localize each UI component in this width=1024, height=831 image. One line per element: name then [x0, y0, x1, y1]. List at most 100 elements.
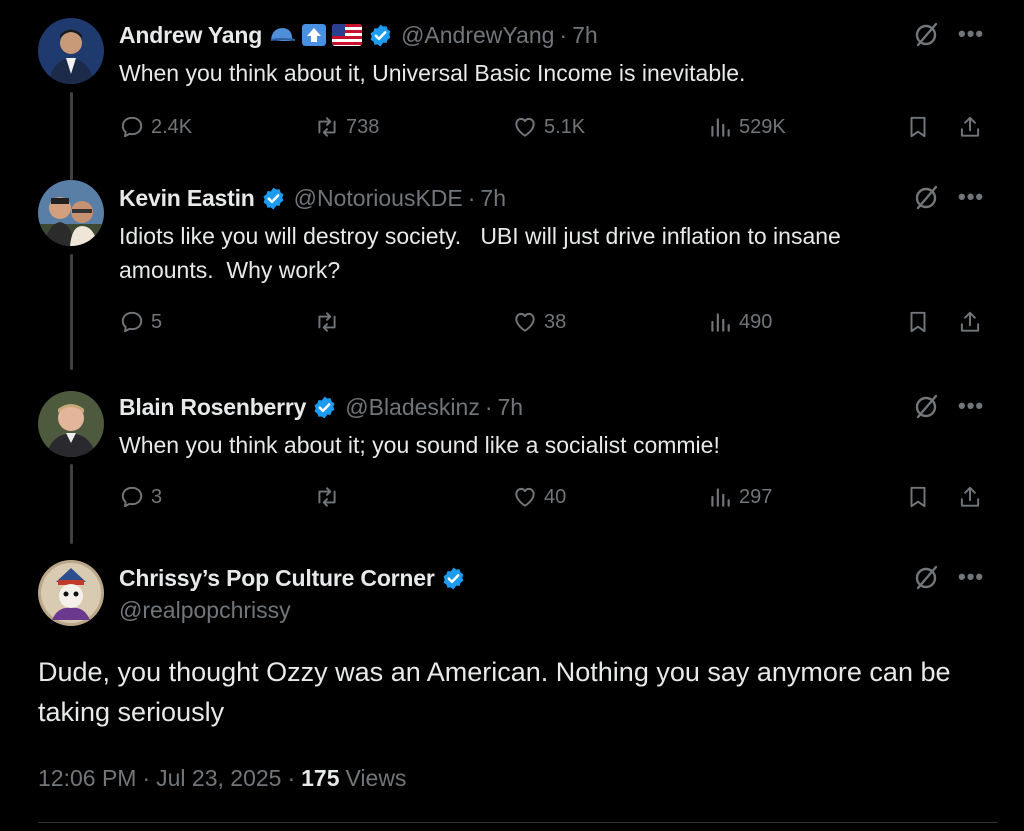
- reply-button[interactable]: 5: [119, 305, 162, 339]
- tweet-text: Idiots like you will destroy society. UB…: [119, 223, 841, 283]
- reply-button[interactable]: 2.4K: [119, 110, 192, 144]
- grok-icon[interactable]: [912, 184, 940, 212]
- bookmark-button[interactable]: [905, 305, 931, 339]
- separator-dot: ·: [467, 184, 476, 211]
- like-button[interactable]: 38: [512, 305, 566, 339]
- repost-icon: [318, 312, 336, 332]
- more-icon[interactable]: •••: [958, 186, 986, 215]
- more-icon[interactable]: •••: [958, 566, 986, 595]
- separator-dot: ·: [484, 393, 493, 420]
- separator-dot: ·: [142, 764, 151, 791]
- tweet-time[interactable]: 12:06 PM: [38, 765, 136, 792]
- tweet-header: Chrissy’s Pop Culture Corner: [119, 561, 466, 595]
- avatar-image: [38, 560, 104, 626]
- views-count: 490: [739, 310, 773, 333]
- tweet-text: Dude, you thought Ozzy was an American. …: [38, 657, 951, 727]
- reply-icon: [121, 311, 143, 333]
- tweet-header: Blain Rosenberry @Bladeskinz · 7h: [119, 390, 523, 424]
- verified-badge-icon: [443, 567, 464, 589]
- grok-icon[interactable]: [912, 393, 940, 421]
- tweet-header: Kevin Eastin @NotoriousKDE · 7h: [119, 181, 506, 215]
- share-button[interactable]: [957, 480, 983, 514]
- avatar[interactable]: [38, 391, 104, 457]
- like-icon: [515, 487, 535, 507]
- share-icon: [960, 486, 980, 507]
- views-icon: [711, 313, 730, 332]
- like-icon: [515, 312, 535, 332]
- repost-button[interactable]: [314, 305, 346, 339]
- tweet-time[interactable]: 7h: [498, 394, 524, 421]
- separator-dot: ·: [287, 764, 296, 791]
- avatar-image: [38, 180, 104, 246]
- like-button[interactable]: 40: [512, 480, 566, 514]
- more-icon[interactable]: •••: [958, 23, 986, 52]
- share-button[interactable]: [957, 110, 983, 144]
- like-button[interactable]: 5.1K: [512, 110, 585, 144]
- like-count: 40: [544, 485, 567, 508]
- thread-line: [70, 464, 73, 544]
- verified-badge-icon: [314, 396, 335, 418]
- views-icon: [711, 118, 730, 137]
- bookmark-button[interactable]: [905, 110, 931, 144]
- views-button[interactable]: 529K: [707, 110, 786, 144]
- repost-count: 738: [346, 115, 380, 138]
- author-name[interactable]: Andrew Yang: [119, 22, 262, 49]
- like-icon: [515, 117, 535, 137]
- like-count: 38: [544, 310, 567, 333]
- repost-button[interactable]: [314, 480, 346, 514]
- tweet-time[interactable]: 7h: [480, 185, 506, 212]
- author-name[interactable]: Chrissy’s Pop Culture Corner: [119, 565, 435, 592]
- views-count: 297: [739, 485, 773, 508]
- repost-button[interactable]: 738: [314, 110, 379, 144]
- repost-icon: [318, 117, 336, 137]
- tweet-time[interactable]: 7h: [572, 22, 598, 49]
- avatar[interactable]: [38, 180, 104, 246]
- thread-line: [70, 92, 73, 180]
- tweet-date[interactable]: Jul 23, 2025: [156, 765, 281, 792]
- tweet-meta: 12:06 PM · Jul 23, 2025 · 175 Views: [38, 761, 406, 795]
- tweet-text: When you think about it, Universal Basic…: [119, 60, 746, 86]
- views-icon: [711, 488, 730, 507]
- tweet-text: When you think about it; you sound like …: [119, 432, 720, 458]
- avatar-image: [38, 18, 104, 84]
- views-label: Views: [345, 764, 407, 791]
- avatar-image: [38, 391, 104, 457]
- reply-icon: [121, 486, 143, 508]
- avatar[interactable]: [38, 18, 104, 84]
- author-handle[interactable]: @NotoriousKDE: [294, 185, 463, 212]
- blue-cap-emoji: [270, 28, 296, 41]
- share-icon: [960, 311, 980, 332]
- reply-count: 3: [151, 485, 163, 508]
- share-icon: [960, 116, 980, 137]
- views-button[interactable]: 297: [707, 480, 772, 514]
- share-button[interactable]: [957, 305, 983, 339]
- author-name[interactable]: Kevin Eastin: [119, 185, 255, 212]
- author-name[interactable]: Blain Rosenberry: [119, 394, 306, 421]
- grok-icon[interactable]: [912, 21, 940, 49]
- verified-badge-icon: [263, 187, 284, 209]
- bookmark-icon: [910, 311, 926, 333]
- reply-count: 2.4K: [151, 115, 193, 138]
- tweet-header: Andrew Yang @AndrewYang · 7h: [119, 18, 598, 52]
- avatar[interactable]: [38, 560, 104, 626]
- grok-icon[interactable]: [912, 564, 940, 592]
- us-flag-emoji: [332, 24, 363, 46]
- bookmark-button[interactable]: [905, 480, 931, 514]
- author-handle[interactable]: @AndrewYang: [401, 22, 554, 49]
- author-handle[interactable]: @realpopchrissy: [119, 597, 291, 624]
- author-handle[interactable]: @Bladeskinz: [345, 394, 480, 421]
- reply-button[interactable]: 3: [119, 480, 162, 514]
- views-count: 175: [301, 764, 340, 791]
- reply-count: 5: [151, 310, 163, 333]
- views-button[interactable]: 490: [707, 305, 772, 339]
- bookmark-icon: [910, 116, 926, 138]
- views-count: 529K: [739, 115, 786, 138]
- reply-icon: [121, 116, 143, 138]
- divider: [38, 822, 998, 823]
- bookmark-icon: [910, 486, 926, 508]
- tweet-actions: 5 38 490: [119, 305, 989, 339]
- more-icon[interactable]: •••: [958, 395, 986, 424]
- up-arrow-emoji: [302, 24, 327, 46]
- verified-badge-icon: [370, 24, 391, 46]
- thread-line: [70, 254, 73, 370]
